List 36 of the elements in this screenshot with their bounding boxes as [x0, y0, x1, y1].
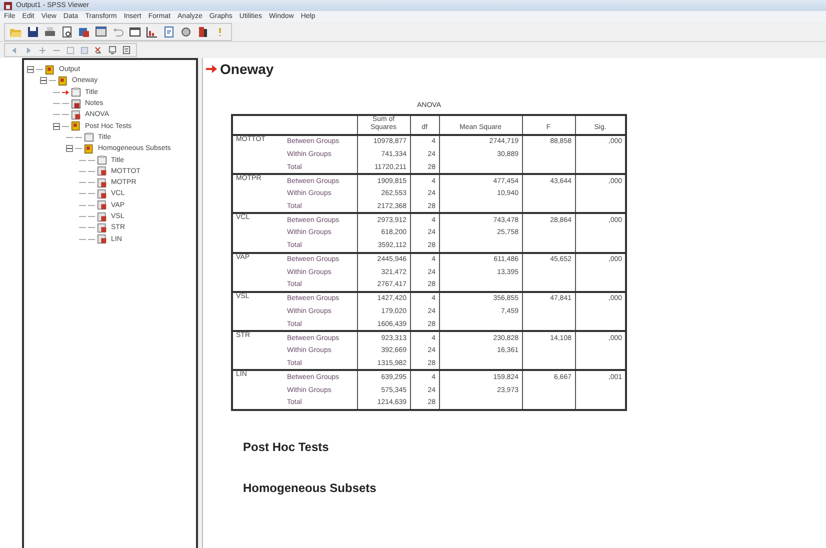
section-heading: Post Hoc Tests — [243, 440, 330, 453]
table-page-icon[interactable] — [97, 222, 107, 233]
save-icon[interactable] — [26, 24, 40, 38]
title-page-icon[interactable] — [84, 132, 94, 142]
book-icon[interactable] — [45, 64, 55, 75]
goto-data-icon[interactable] — [128, 24, 142, 38]
table-page-icon[interactable] — [97, 166, 107, 176]
show-icon[interactable] — [93, 44, 104, 56]
dialog-recall-icon[interactable] — [94, 24, 108, 38]
current-item-arrow-icon — [206, 65, 217, 73]
find-icon[interactable] — [179, 24, 193, 38]
table-page-icon[interactable] — [97, 212, 107, 222]
collapse-toggle-icon[interactable] — [53, 122, 60, 130]
chart-icon[interactable] — [145, 24, 159, 38]
hide-icon[interactable] — [107, 44, 118, 56]
collapse-toggle-icon[interactable] — [27, 66, 34, 74]
book-icon[interactable] — [71, 121, 81, 132]
collapse-toggle-icon[interactable] — [66, 145, 73, 152]
insert-heading-icon[interactable] — [121, 44, 132, 56]
table-page-icon[interactable] — [97, 188, 107, 199]
table-page-icon[interactable] — [97, 200, 107, 210]
variables-icon[interactable] — [162, 24, 176, 38]
collapse-toggle-icon[interactable] — [40, 77, 47, 84]
title-page-icon[interactable] — [71, 87, 81, 98]
book-icon[interactable] — [84, 144, 94, 154]
title-page-icon[interactable] — [97, 155, 107, 166]
section-heading: Homogeneous Subsets — [243, 482, 378, 494]
table-page-icon[interactable] — [71, 110, 81, 120]
book-icon[interactable] — [58, 76, 68, 86]
output-heading: Oneway — [220, 62, 274, 76]
table-page-icon[interactable] — [97, 178, 107, 188]
insert-icon[interactable] — [196, 24, 210, 38]
print-icon[interactable] — [43, 24, 57, 38]
print-preview-icon[interactable] — [60, 24, 74, 38]
table-page-icon[interactable] — [97, 234, 107, 244]
notes-page-icon[interactable] — [71, 98, 81, 109]
